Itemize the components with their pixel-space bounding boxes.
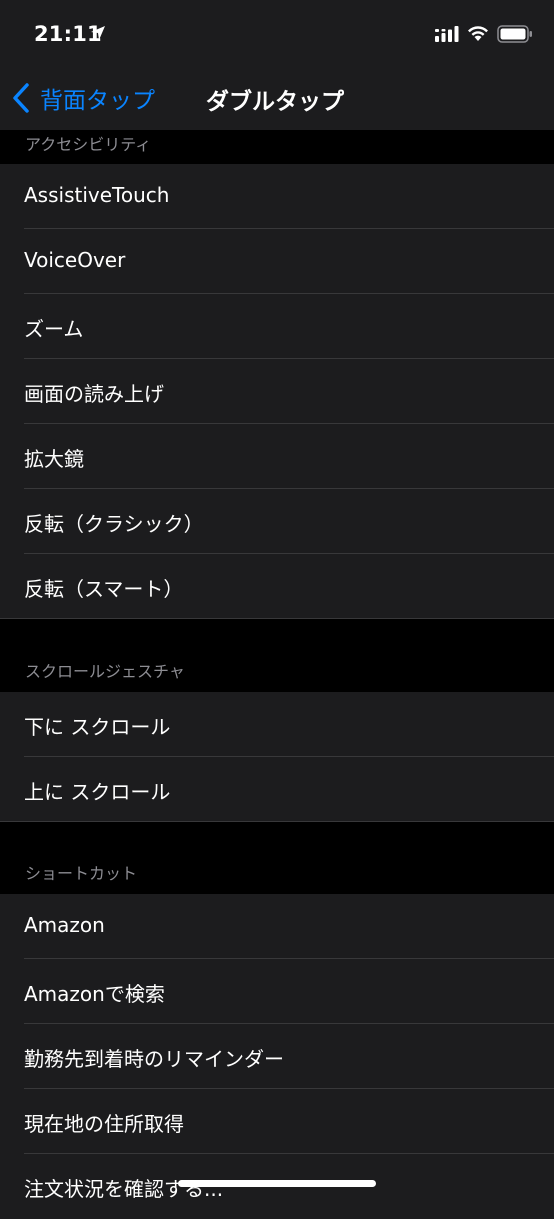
page-title: ダブルタップ (206, 89, 344, 115)
list-item-label: 注文状況を確認する... (24, 1177, 224, 1201)
list-item-current-address[interactable]: 現在地の住所取得 (0, 1089, 554, 1154)
section-accessibility: AssistiveTouch VoiceOver ズーム 画面の読み上げ 拡大鏡… (0, 164, 554, 619)
wifi-icon (468, 26, 488, 41)
home-indicator[interactable] (178, 1180, 376, 1187)
list-item-classic-invert[interactable]: 反転（クラシック） (0, 489, 554, 554)
list-item-zoom[interactable]: ズーム (0, 294, 554, 359)
list-item-scroll-down[interactable]: 下に スクロール (0, 692, 554, 757)
list-item-label: AssistiveTouch (24, 183, 170, 207)
location-arrow-icon (91, 26, 105, 40)
list-item-magnifier[interactable]: 拡大鏡 (0, 424, 554, 489)
chevron-left-icon (13, 83, 29, 113)
section-scroll-gestures: 下に スクロール 上に スクロール (0, 692, 554, 822)
settings-list: アクセシビリティ AssistiveTouch VoiceOver ズーム 画面… (0, 130, 554, 1219)
list-item-label: 反転（スマート） (24, 577, 184, 601)
list-item-label: 画面の読み上げ (24, 382, 164, 406)
section-header-shortcuts: ショートカット (0, 822, 554, 894)
navigation-bar: 背面タップ ダブルタップ (0, 66, 554, 130)
list-item-amazon-search[interactable]: Amazonで検索 (0, 959, 554, 1024)
status-bar: 21:11 (0, 0, 554, 66)
list-item-label: ズーム (24, 317, 84, 341)
list-item-label: Amazon (24, 913, 105, 937)
list-item-label: 拡大鏡 (24, 447, 84, 471)
list-item-amazon[interactable]: Amazon (0, 894, 554, 959)
list-item-voiceover[interactable]: VoiceOver (0, 229, 554, 294)
back-button-label: 背面タップ (40, 88, 155, 114)
list-item-assistivetouch[interactable]: AssistiveTouch (0, 164, 554, 229)
list-item-scroll-up[interactable]: 上に スクロール (0, 757, 554, 822)
list-item-work-arrival-reminder[interactable]: 勤務先到着時のリマインダー (0, 1024, 554, 1089)
battery-icon (497, 25, 532, 43)
list-item-label: 上に スクロール (24, 780, 171, 804)
list-item-label: VoiceOver (24, 248, 126, 272)
section-shortcuts: Amazon Amazonで検索 勤務先到着時のリマインダー 現在地の住所取得 … (0, 894, 554, 1219)
list-item-label: 下に スクロール (24, 715, 171, 739)
list-item-label: 現在地の住所取得 (24, 1112, 184, 1136)
section-header-scroll-gestures: スクロールジェスチャ (0, 619, 554, 692)
cellular-signal-icon (435, 26, 459, 42)
section-header-accessibility: アクセシビリティ (0, 130, 554, 164)
list-item-label: Amazonで検索 (24, 982, 165, 1006)
list-item-label: 反転（クラシック） (24, 512, 204, 536)
list-item-smart-invert[interactable]: 反転（スマート） (0, 554, 554, 619)
back-button[interactable]: 背面タップ (10, 80, 155, 116)
list-item-label: 勤務先到着時のリマインダー (24, 1047, 284, 1071)
list-item-speak-screen[interactable]: 画面の読み上げ (0, 359, 554, 424)
